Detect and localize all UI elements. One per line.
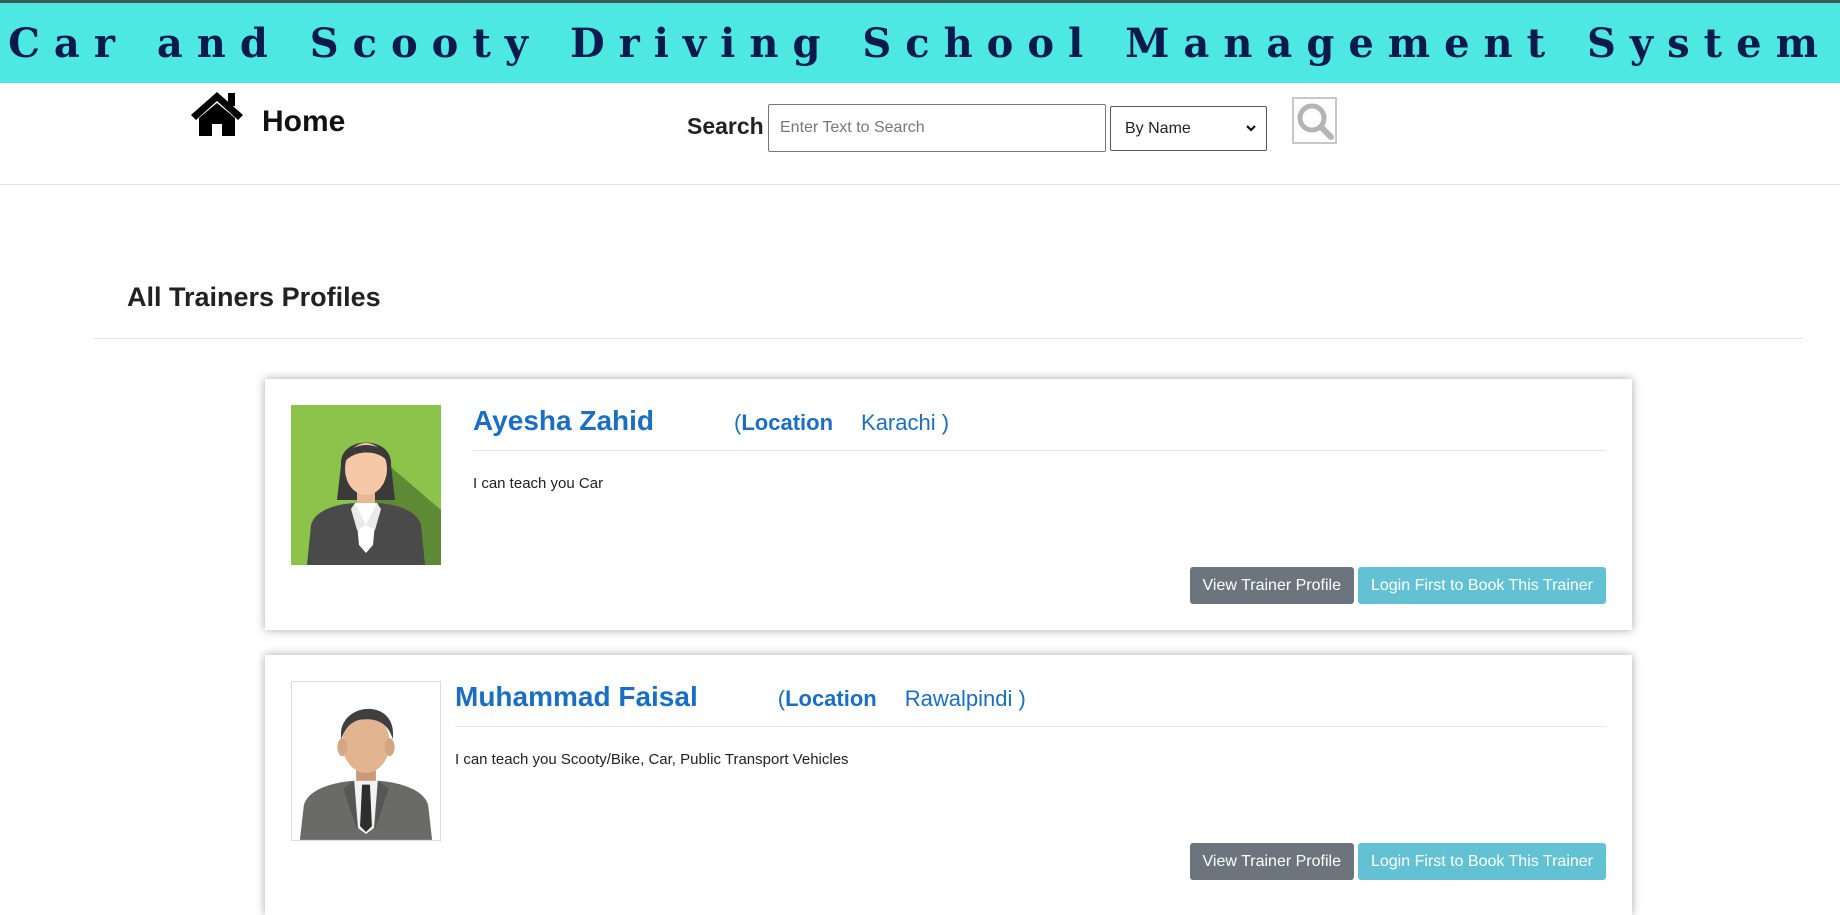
location-city: Rawalpindi ) (904, 686, 1026, 711)
book-trainer-button[interactable]: Login First to Book This Trainer (1357, 843, 1606, 880)
search-icon (1297, 103, 1334, 140)
trainer-actions: View Trainer Profile Login First to Book… (1189, 567, 1606, 604)
site-title: Car and Scooty Driving School Management… (8, 19, 1832, 67)
view-trainer-profile-button[interactable]: View Trainer Profile (1189, 567, 1354, 604)
trainer-card: Ayesha Zahid (Location Karachi ) I can te… (265, 379, 1632, 630)
search-by-value: By Name (1125, 119, 1191, 137)
search-by-select[interactable]: By Name (1110, 106, 1267, 151)
trainer-name[interactable]: Ayesha Zahid (473, 405, 654, 437)
trainer-header: Ayesha Zahid (Location Karachi ) (473, 405, 1606, 451)
site-banner: Car and Scooty Driving School Management… (0, 3, 1840, 83)
home-link[interactable]: Home (190, 90, 345, 142)
navbar: Home Search By Name (0, 83, 1840, 185)
page-title: All Trainers Profiles (127, 282, 381, 312)
trainer-info: Ayesha Zahid (Location Karachi ) I can te… (473, 405, 1606, 492)
location-label: Location (785, 686, 877, 711)
home-label: Home (262, 105, 346, 138)
female-avatar-icon (291, 405, 441, 565)
view-trainer-profile-button[interactable]: View Trainer Profile (1189, 843, 1354, 880)
trainer-actions: View Trainer Profile Login First to Book… (1189, 843, 1606, 880)
location-group: (Location Karachi ) (734, 410, 949, 436)
location-paren: ( (777, 686, 786, 711)
trainer-header: Muhammad Faisal (Location Rawalpindi ) (455, 681, 1606, 727)
male-avatar-icon (292, 682, 440, 840)
chevron-down-icon (1246, 125, 1256, 132)
search-label: Search (687, 113, 764, 139)
book-trainer-button[interactable]: Login First to Book This Trainer (1357, 567, 1606, 604)
trainer-description: I can teach you Car (473, 475, 604, 492)
location-label: Location (741, 410, 834, 435)
divider (94, 338, 1802, 339)
trainer-avatar (291, 405, 441, 565)
trainer-card: Muhammad Faisal (Location Rawalpindi ) I … (265, 655, 1632, 915)
trainer-name[interactable]: Muhammad Faisal (455, 681, 698, 713)
location-city: Karachi ) (861, 410, 950, 435)
trainer-info: Muhammad Faisal (Location Rawalpindi ) I … (455, 681, 1606, 768)
trainer-avatar (291, 681, 441, 841)
home-icon (190, 90, 244, 142)
trainer-description: I can teach you Scooty/Bike, Car, Public… (455, 751, 849, 768)
location-group: (Location Rawalpindi ) (778, 686, 1026, 712)
search-button[interactable] (1292, 97, 1337, 144)
search-input[interactable] (768, 104, 1106, 152)
